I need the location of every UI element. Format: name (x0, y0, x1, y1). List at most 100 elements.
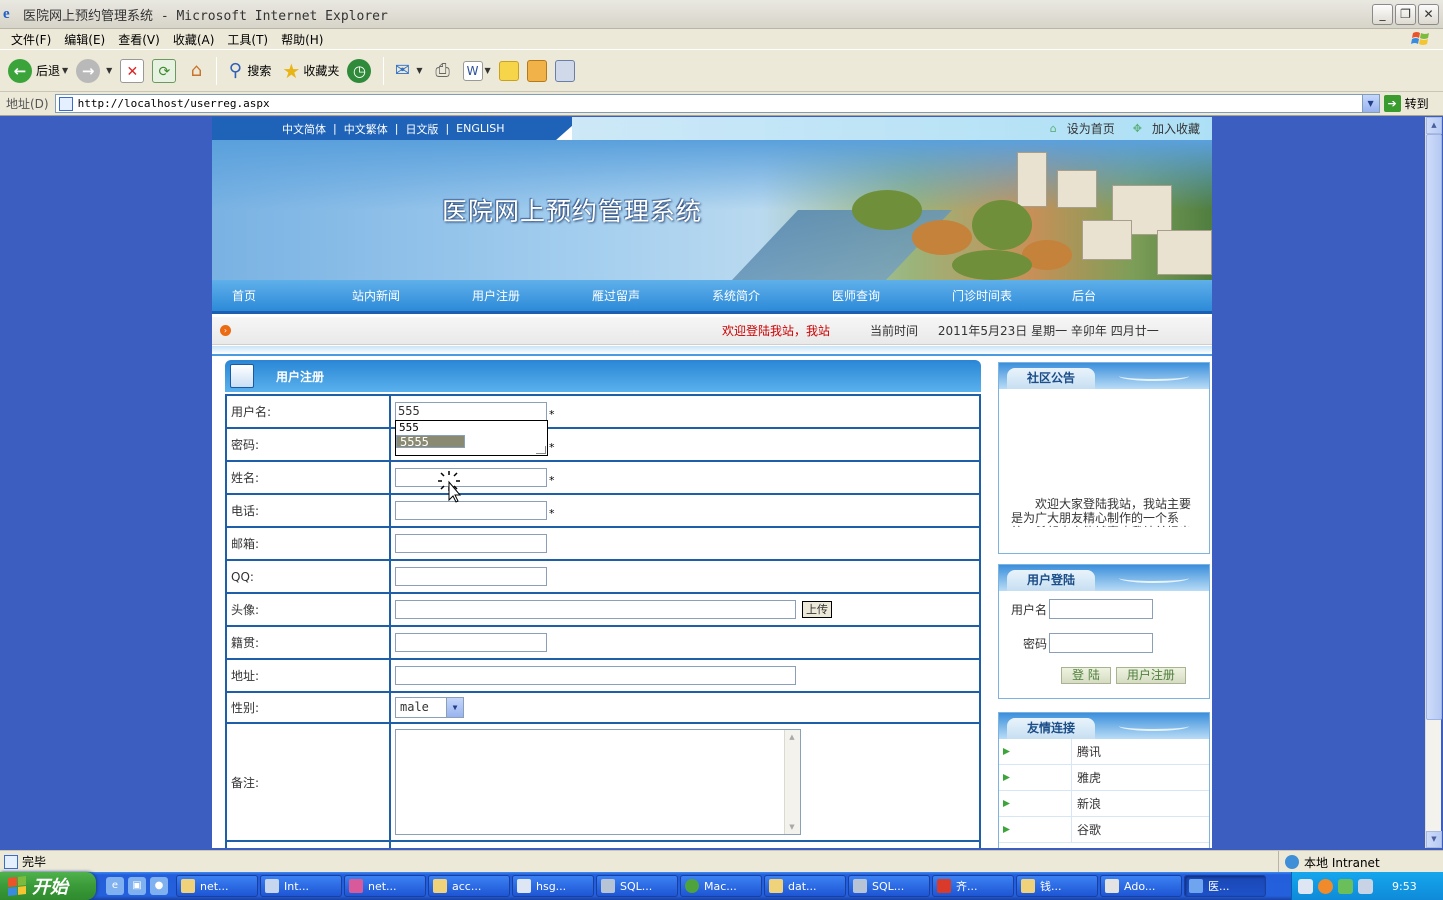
volume-icon[interactable] (1358, 878, 1373, 894)
chevron-down-icon[interactable]: ▼ (1361, 95, 1379, 112)
desktop-icon[interactable]: ▣ (128, 877, 146, 895)
upload-button[interactable]: 上传 (802, 601, 832, 618)
chevron-down-icon[interactable]: ▼ (446, 698, 463, 717)
favorites-button[interactable]: ★ 收藏夹 (279, 59, 339, 83)
refresh-button[interactable]: ⟳ (152, 58, 177, 83)
username-input[interactable]: 555 (395, 402, 547, 421)
remark-textarea[interactable]: ▲ ▼ (395, 729, 801, 835)
taskbar-item[interactable]: 钱... (1016, 875, 1098, 897)
go-button[interactable]: ➔ 转到 (1383, 95, 1429, 112)
autocomplete-option-selected[interactable]: 5555 (396, 434, 465, 448)
nav-doctors[interactable]: 医师查询 (812, 287, 932, 304)
phone-input[interactable] (395, 501, 547, 520)
nav-schedule[interactable]: 门诊时间表 (932, 287, 1052, 304)
forward-button[interactable]: → ▼ (76, 58, 112, 83)
link-item[interactable]: 腾讯 (999, 739, 1209, 765)
link-item[interactable]: 谷歌 (999, 817, 1209, 843)
media-icon[interactable]: ● (150, 877, 168, 895)
lang-simplified-link[interactable]: 中文简体 (282, 121, 326, 137)
page-scrollbar[interactable]: ▲ ▼ (1425, 117, 1442, 848)
link-item[interactable]: 新浪 (999, 791, 1209, 817)
gender-select[interactable]: male ▼ (395, 697, 464, 718)
qq-input[interactable] (395, 567, 547, 586)
home-button[interactable]: ⌂ (184, 59, 208, 83)
messenger-button[interactable] (554, 59, 575, 82)
nav-about[interactable]: 系统简介 (692, 287, 812, 304)
restore-button[interactable]: ❐ (1395, 4, 1416, 25)
hometown-input[interactable] (395, 633, 547, 652)
print-button[interactable]: ⎙ (431, 59, 455, 83)
taskbar-item[interactable]: Ado... (1100, 875, 1182, 897)
nav-home[interactable]: 首页 (212, 287, 332, 304)
taskbar-item[interactable]: SQL... (596, 875, 678, 897)
taskbar-item[interactable]: 齐... (932, 875, 1014, 897)
scroll-thumb[interactable] (1426, 134, 1442, 720)
address-field-input[interactable] (395, 666, 796, 685)
research-button[interactable] (526, 59, 547, 82)
keyboard-icon[interactable] (1298, 878, 1313, 894)
login-button[interactable]: 登 陆 (1061, 667, 1111, 684)
ie-launch-icon[interactable]: e (106, 877, 124, 895)
minimize-button[interactable]: _ (1372, 4, 1393, 25)
autocomplete-option[interactable]: 555 (396, 421, 547, 434)
nav-news[interactable]: 站内新闻 (332, 287, 452, 304)
autocomplete-dropdown[interactable]: 555 5555 (395, 420, 548, 456)
edit-button[interactable]: W ▼ (462, 60, 491, 81)
chevron-down-icon[interactable]: ▼ (416, 66, 422, 75)
network-icon[interactable] (1338, 878, 1353, 894)
login-username-input[interactable] (1049, 599, 1153, 619)
discuss-button[interactable] (498, 60, 519, 81)
lang-english-link[interactable]: ENGLISH (456, 122, 504, 135)
tray-arrow-icon[interactable] (1318, 878, 1333, 894)
mail-button[interactable]: ✉ ▼ (390, 59, 423, 83)
add-favorite-link[interactable]: 加入收藏 (1152, 120, 1200, 137)
taskbar-item[interactable]: dat... (764, 875, 846, 897)
name-input[interactable] (395, 468, 547, 487)
menu-edit[interactable]: 编辑(E) (59, 31, 113, 48)
nav-register[interactable]: 用户注册 (452, 287, 572, 304)
link-item[interactable]: 雅虎 (999, 765, 1209, 791)
login-password-input[interactable] (1049, 633, 1153, 653)
chevron-down-icon[interactable]: ▼ (485, 66, 491, 75)
taskbar-item-active[interactable]: 医... (1184, 875, 1266, 897)
lang-japanese-link[interactable]: 日文版 (405, 121, 438, 137)
menu-file[interactable]: 文件(F) (6, 31, 59, 48)
lang-traditional-link[interactable]: 中文繁体 (344, 121, 388, 137)
set-home-link[interactable]: 设为首页 (1067, 120, 1115, 137)
address-url[interactable]: http://localhost/userreg.aspx (78, 97, 270, 110)
back-button[interactable]: ← 后退 ▼ (8, 58, 68, 83)
menu-tools[interactable]: 工具(T) (222, 31, 276, 48)
stop-button[interactable]: ✕ (120, 58, 145, 83)
link-text[interactable]: 腾讯 (1077, 743, 1101, 760)
taskbar-item[interactable]: net... (344, 875, 426, 897)
email-input[interactable] (395, 534, 547, 553)
close-button[interactable]: ✕ (1418, 4, 1439, 25)
avatar-input[interactable] (395, 600, 796, 619)
menu-favorites[interactable]: 收藏(A) (168, 31, 223, 48)
nav-admin[interactable]: 后台 (1052, 287, 1172, 304)
link-text[interactable]: 谷歌 (1077, 821, 1101, 838)
taskbar-item[interactable]: Int... (260, 875, 342, 897)
resize-grip[interactable] (536, 446, 546, 454)
register-form: 用户名: 555 * 密码: * 姓名: * 电话: * 邮箱: QQ: 头像:… (225, 394, 981, 848)
chevron-down-icon[interactable]: ▼ (62, 66, 68, 75)
link-text[interactable]: 新浪 (1077, 795, 1101, 812)
link-text[interactable]: 雅虎 (1077, 769, 1101, 786)
history-button[interactable]: ◷ (347, 58, 375, 83)
taskbar-item[interactable]: acc... (428, 875, 510, 897)
login-register-button[interactable]: 用户注册 (1115, 667, 1186, 684)
menu-view[interactable]: 查看(V) (113, 31, 168, 48)
scroll-down-icon[interactable]: ▼ (1426, 831, 1442, 848)
start-button[interactable]: 开始 (0, 872, 96, 900)
menu-help[interactable]: 帮助(H) (276, 31, 331, 48)
taskbar-item[interactable]: net... (176, 875, 258, 897)
scroll-up-icon[interactable]: ▲ (1426, 117, 1442, 134)
search-button[interactable]: ⚲ 搜索 (223, 59, 272, 83)
address-input[interactable]: http://localhost/userreg.aspx ▼ (54, 94, 1380, 113)
taskbar-item[interactable]: hsg... (512, 875, 594, 897)
taskbar-item[interactable]: SQL... (848, 875, 930, 897)
taskbar-item[interactable]: Mac... (680, 875, 762, 897)
nav-guestbook[interactable]: 雁过留声 (572, 287, 692, 304)
chevron-down-icon[interactable]: ▼ (106, 66, 112, 75)
textarea-scrollbar[interactable]: ▲ ▼ (784, 730, 800, 834)
